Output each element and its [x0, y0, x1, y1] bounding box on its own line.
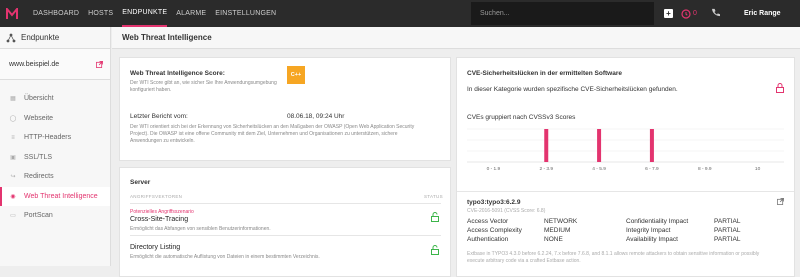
cve-title: CVE-Sicherheitslücken in der ermittelten…	[467, 70, 622, 77]
vuln-title[interactable]: Cross-Site-Tracing	[130, 216, 188, 223]
chart-title: CVEs gruppiert nach CVSSv3 Scores	[467, 114, 576, 121]
lock-icon: ▣	[10, 154, 16, 161]
detail-value: PARTIAL	[714, 218, 741, 225]
server-title: Server	[130, 179, 151, 186]
page-title: Web Threat Intelligence	[112, 27, 800, 49]
app-logo-icon[interactable]	[0, 0, 24, 27]
timer-alert-icon[interactable]: 0	[681, 8, 697, 19]
sidebar-item-uebersicht[interactable]: ▦ Übersicht	[0, 89, 110, 109]
divider	[130, 203, 441, 204]
wti-score-card: Web Threat Intelligence Score: Der WTI S…	[119, 57, 451, 161]
chart-tick-label: 0 - 1.9	[487, 166, 501, 172]
main-nav: DASHBOARD HOSTS ENDPUNKTE ALARME EINSTEL…	[33, 0, 285, 27]
last-report-value: 08.06.18, 09:24 Uhr	[287, 113, 345, 120]
column-header-status: STATUS	[424, 194, 443, 199]
external-link-icon[interactable]	[96, 60, 103, 68]
user-name[interactable]: Eric Range	[744, 0, 781, 27]
search-input[interactable]: Suchen...	[471, 2, 654, 25]
headers-icon: ≡	[11, 134, 15, 141]
sidebar-header: Endpunkte	[0, 27, 110, 49]
divider	[457, 191, 794, 192]
endpoints-icon	[6, 33, 16, 42]
sidebar-item-label: Webseite	[24, 114, 54, 122]
chart-tick-label: 10	[755, 166, 761, 172]
chart-tick-label: 6 - 7.9	[645, 166, 659, 172]
wti-score-label: Web Threat Intelligence Score:	[130, 70, 225, 77]
sidebar-item-label: Web Threat Intelligence	[24, 192, 98, 200]
sidebar-item-ssl-tls[interactable]: ▣ SSL/TLS	[0, 148, 110, 168]
phone-icon[interactable]	[711, 8, 720, 19]
wti-score-badge: C++	[287, 66, 305, 84]
cve-detail-id: CVE-2016-5091 (CVSS Score: 6.8)	[467, 208, 546, 214]
sidebar-item-label: HTTP-Headers	[24, 134, 72, 142]
vuln-title[interactable]: Directory Listing	[130, 244, 180, 251]
lock-icon	[776, 83, 784, 93]
chart-bar[interactable]	[544, 129, 549, 162]
timer-count: 0	[693, 10, 697, 17]
wti-long-description: Der WTI orientiert sich bei der Erkennun…	[130, 124, 415, 144]
sidebar-item-web-threat-intelligence[interactable]: ◉ Web Threat Intelligence	[0, 186, 110, 206]
detail-row: Access Complexity MEDIUM Integrity Impac…	[467, 226, 767, 235]
cve-detail-description: Extbase in TYPO3 4.3.0 before 6.2.24, 7.…	[467, 251, 760, 264]
nav-einstellungen[interactable]: EINSTELLUNGEN	[215, 0, 276, 27]
unlock-icon	[431, 245, 439, 255]
detail-value: PARTIAL	[714, 236, 741, 243]
detail-key: Authentication	[467, 236, 509, 243]
vuln-description: Ermöglicht die automatische Auflistung v…	[130, 254, 320, 260]
dashboard-icon: ▦	[10, 96, 16, 103]
top-bar: DASHBOARD HOSTS ENDPUNKTE ALARME EINSTEL…	[0, 0, 800, 27]
sidebar-item-label: SSL/TLS	[24, 153, 53, 161]
server-card: Server ANGRIFFSVEKTOREN STATUS Potenziel…	[119, 167, 451, 277]
detail-key: Access Vector	[467, 218, 509, 225]
site-name: www.beispiel.de	[9, 60, 60, 68]
sidebar-item-label: PortScan	[24, 212, 53, 220]
chart-tick-label: 8 - 9.9	[698, 166, 712, 172]
divider	[130, 235, 441, 236]
last-report-label: Letzter Bericht vom:	[130, 113, 188, 120]
nav-hosts[interactable]: HOSTS	[88, 0, 113, 27]
chart-tick-label: 2 - 3.9	[539, 166, 553, 172]
chart-tick-label: 4 - 5.9	[592, 166, 606, 172]
globe-icon: ◯	[9, 115, 17, 122]
sidebar-item-redirects[interactable]: ↪ Redirects	[0, 167, 110, 187]
chart-bar[interactable]	[597, 129, 602, 162]
column-header-vectors: ANGRIFFSVEKTOREN	[130, 194, 183, 199]
nav-alarme[interactable]: ALARME	[176, 0, 206, 27]
sidebar-item-label: Übersicht	[24, 95, 54, 103]
external-link-icon[interactable]	[777, 198, 784, 205]
cve-chart: 0 - 1.9 2 - 3.9 4 - 5.9 6 - 7.9 8 - 9.9 10	[467, 128, 784, 172]
risk-label: Potenzielles Angriffsszenario	[130, 209, 194, 215]
detail-key: Access Complexity	[467, 227, 522, 234]
sidebar-title: Endpunkte	[21, 33, 60, 42]
wti-score-description: Der WTI Score gibt an, wie sicher Sie Ih…	[130, 80, 277, 93]
sidebar-item-label: Redirects	[24, 173, 54, 181]
detail-key: Confidentiality Impact	[626, 218, 689, 225]
cve-detail-title[interactable]: typo3:typo3:6.2.9	[467, 199, 520, 206]
site-selector[interactable]: www.beispiel.de	[0, 49, 110, 80]
detail-row: Authentication NONE Availability Impact …	[467, 235, 767, 244]
detail-row: Access Vector NETWORK Confidentiality Im…	[467, 217, 767, 226]
sidebar-item-webseite[interactable]: ◯ Webseite	[0, 109, 110, 129]
detail-value: MEDIUM	[544, 227, 571, 234]
nav-dashboard[interactable]: DASHBOARD	[33, 0, 79, 27]
unlock-icon	[431, 212, 439, 222]
vuln-description: Ermöglicht das Abfangen von sensiblen Be…	[130, 226, 271, 232]
detail-key: Integrity Impact	[626, 227, 671, 234]
cve-card: CVE-Sicherheitslücken in der ermittelten…	[456, 57, 795, 277]
redirect-icon: ↪	[10, 174, 16, 181]
cve-description: In dieser Kategorie wurden spezifische C…	[467, 86, 678, 93]
detail-key: Availability Impact	[626, 236, 678, 243]
bulb-icon: ◉	[10, 193, 16, 200]
sidebar-item-http-headers[interactable]: ≡ HTTP-Headers	[0, 128, 110, 148]
nav-endpunkte[interactable]: ENDPUNKTE	[122, 0, 168, 27]
cve-detail-grid: Access Vector NETWORK Confidentiality Im…	[467, 217, 767, 244]
sidebar: Endpunkte www.beispiel.de ▦ Übersicht ◯ We…	[0, 27, 111, 266]
detail-value: NETWORK	[544, 218, 578, 225]
add-icon[interactable]: +	[664, 9, 673, 18]
sidebar-item-portscan[interactable]: ▭ PortScan	[0, 206, 110, 226]
chart-bar[interactable]	[649, 129, 654, 162]
portscan-icon: ▭	[10, 213, 16, 220]
detail-value: NONE	[544, 236, 563, 243]
detail-value: PARTIAL	[714, 227, 741, 234]
